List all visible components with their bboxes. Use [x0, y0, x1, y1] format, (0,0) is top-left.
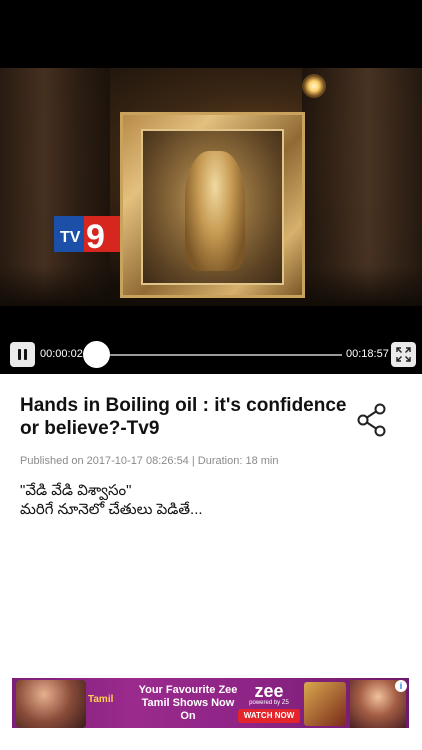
seek-track[interactable]: [96, 354, 342, 356]
zee-brand: zee: [254, 681, 284, 701]
ad-image-show: [304, 682, 346, 726]
deity-idol: [185, 151, 245, 271]
shrine-frame: [120, 112, 305, 298]
pause-button[interactable]: [10, 342, 35, 367]
tv9-logo: TV 9: [54, 216, 120, 252]
elapsed-time: 00:00:02: [40, 348, 83, 360]
svg-text:9: 9: [86, 218, 105, 252]
video-player[interactable]: TV 9 00:00:02 00:18:57: [0, 0, 422, 374]
share-icon[interactable]: [356, 403, 388, 437]
video-frame[interactable]: TV 9: [0, 68, 422, 306]
ad-image-actresses: [16, 680, 86, 728]
ad-banner[interactable]: Tamil Your Favourite Zee Tamil Shows Now…: [12, 678, 409, 728]
description-line: మరిగే నూనెలో చేతులు పెడితే...: [20, 501, 203, 518]
zee-logo: zee powered by Z5: [238, 682, 300, 707]
svg-text:TV: TV: [60, 229, 81, 246]
description-line: "వేడి వేడి విశ్వాసం": [20, 482, 132, 499]
zee-sub: powered by Z5: [249, 700, 289, 706]
pause-icon-bar: [24, 349, 27, 360]
fullscreen-icon: [396, 347, 411, 362]
seek-handle[interactable]: [83, 341, 110, 368]
ad-show-logo: Tamil: [88, 694, 114, 705]
player-controls: 00:00:02 00:18:57: [0, 338, 422, 372]
ad-info-icon[interactable]: i: [395, 680, 407, 692]
pause-icon: [18, 349, 21, 360]
fullscreen-button[interactable]: [391, 342, 416, 367]
ad-close-icon[interactable]: ✕: [407, 679, 409, 691]
publish-meta: Published on 2017-10-17 08:26:54 | Durat…: [20, 455, 279, 467]
total-time: 00:18:57: [346, 348, 389, 360]
video-description: "వేడి వేడి విశ్వాసం" మరిగే నూనెలో చేతులు…: [20, 481, 203, 519]
ad-headline: Your Favourite Zee Tamil Shows Now On: [138, 684, 238, 722]
shrine-inner: [141, 129, 284, 285]
watch-now-button[interactable]: WATCH NOW: [238, 709, 300, 723]
lamp-glow: [302, 74, 326, 98]
video-title: Hands in Boiling oil : it's confidence o…: [20, 395, 347, 439]
